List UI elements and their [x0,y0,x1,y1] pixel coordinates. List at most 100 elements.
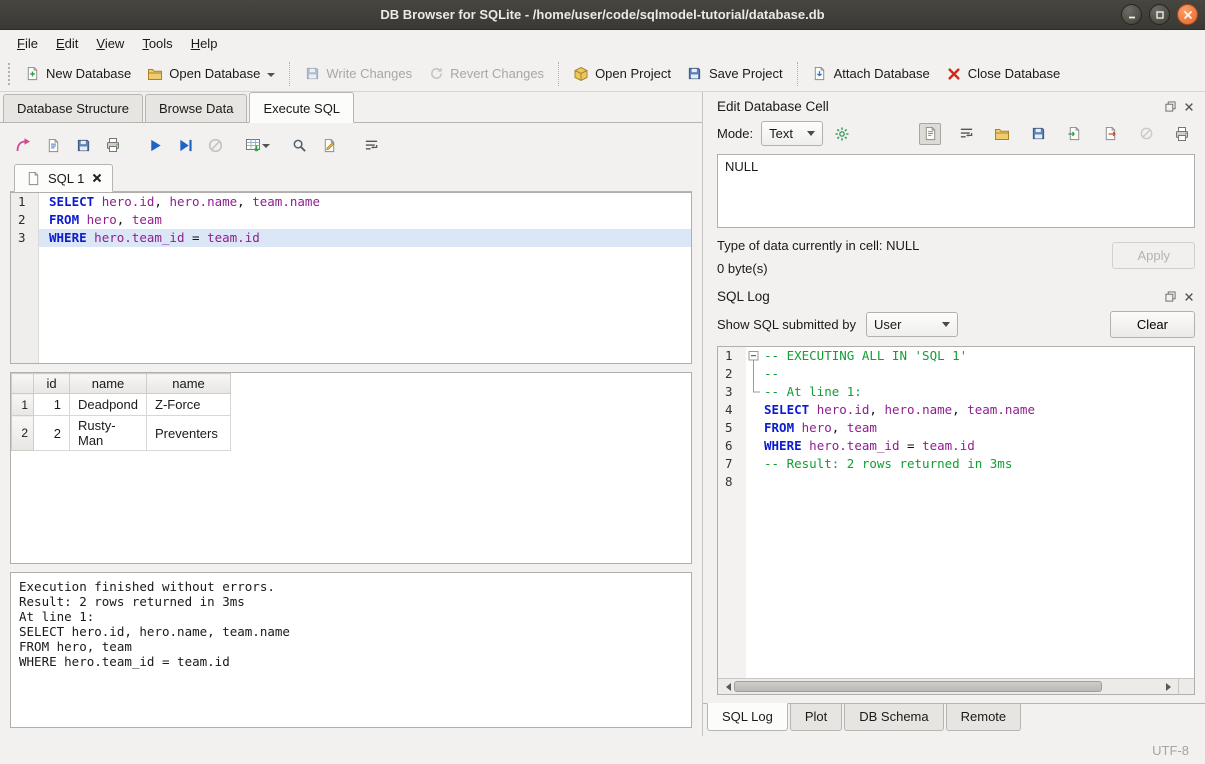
attach-database-icon [812,66,828,82]
maximize-button[interactable] [1149,4,1170,25]
encoding-status: UTF-8 [1152,743,1189,758]
text-document-button[interactable] [919,123,941,145]
sql-log-view[interactable]: 1-- EXECUTING ALL IN 'SQL 1'2--3-- At li… [717,346,1195,695]
row-header[interactable]: 1 [12,394,34,416]
column-header-id[interactable]: id [34,374,70,394]
fold-column [746,455,760,473]
bottom-tab-db-schema[interactable]: DB Schema [844,704,943,731]
app-window: DB Browser for SQLite - /home/user/code/… [0,0,1205,764]
menu-file[interactable]: File [8,32,47,55]
chevron-down-icon [942,322,950,331]
auto-complete-button[interactable] [316,133,342,157]
open-file-icon [994,126,1010,142]
table-cell[interactable]: Preventers [147,416,231,451]
minimize-button[interactable] [1121,4,1142,25]
apply-button[interactable]: Apply [1112,242,1195,269]
execute-current-line-button[interactable] [172,133,198,157]
sql-tab-close-icon[interactable] [91,173,102,184]
table-row[interactable]: 11DeadpondZ-Force [12,394,231,416]
open-sql-file-button[interactable] [40,133,66,157]
sql-tab[interactable]: SQL 1 [14,164,113,192]
execute-all-button[interactable] [142,133,168,157]
log-horizontal-scrollbar[interactable] [718,678,1194,694]
tab-execute-sql[interactable]: Execute SQL [249,92,354,123]
fold-end-icon [746,383,760,401]
menu-help[interactable]: Help [182,32,227,55]
close-panel-icon[interactable] [1182,100,1195,113]
close-database-button[interactable]: Close Database [938,61,1069,87]
write-changes-button[interactable]: Write Changes [296,61,420,87]
table-cell[interactable]: 2 [34,416,70,451]
new-database-button[interactable]: New Database [16,61,139,87]
row-header[interactable]: 2 [12,416,34,451]
open-project-button[interactable]: Open Project [565,61,679,87]
mode-label: Mode: [717,126,753,141]
results-corner-header [12,374,34,394]
open-file-button[interactable] [991,123,1013,145]
main-area: Database StructureBrowse DataExecute SQL… [0,92,1205,736]
close-panel-icon[interactable] [1182,290,1195,303]
log-line: 3-- At line 1: [718,383,1194,401]
export-button[interactable] [1099,123,1121,145]
menu-edit[interactable]: Edit [47,32,87,55]
sql-editor[interactable]: 1SELECT hero.id, hero.name, team.name2FR… [10,192,692,364]
set-null-button[interactable] [1135,123,1157,145]
float-panel-icon[interactable] [1164,100,1177,113]
dropdown-caret-icon[interactable] [267,73,275,81]
stop-icon [207,137,223,153]
save-file-button[interactable] [1027,123,1049,145]
import-button[interactable] [1063,123,1085,145]
dropdown-caret-icon[interactable] [262,144,270,152]
table-row[interactable]: 22Rusty-ManPreventers [12,416,231,451]
title-bar[interactable]: DB Browser for SQLite - /home/user/code/… [0,0,1205,30]
stop-button[interactable] [202,133,228,157]
open-database-icon [147,66,163,82]
scroll-right-icon[interactable] [1162,679,1178,694]
revert-changes-button[interactable]: Revert Changes [420,61,552,87]
table-cell[interactable]: Rusty-Man [70,416,147,451]
save-results-icon [245,137,261,153]
save-results-button[interactable] [244,133,270,157]
menu-tools[interactable]: Tools [133,32,181,55]
table-cell[interactable]: 1 [34,394,70,416]
bottom-tab-plot[interactable]: Plot [790,704,842,731]
print-button[interactable] [1171,123,1193,145]
table-cell[interactable]: Z-Force [147,394,231,416]
attach-database-button[interactable]: Attach Database [804,61,938,87]
log-filter-label: Show SQL submitted by [717,317,856,332]
cell-editor[interactable]: NULL [717,154,1195,228]
open-tab-button[interactable] [10,133,36,157]
close-button[interactable] [1177,4,1198,25]
auto-mode-button[interactable] [831,123,853,145]
editor-code: WHERE hero.team_id = team.id [39,229,691,247]
fold-mid-icon [746,365,760,383]
fold-start-icon[interactable] [746,347,760,365]
scrollbar-thumb[interactable] [734,681,1102,692]
clear-log-button[interactable]: Clear [1110,311,1195,338]
column-header-name[interactable]: name [70,374,147,394]
bottom-tab-sql-log[interactable]: SQL Log [707,703,788,731]
bottom-tab-remote[interactable]: Remote [946,704,1022,731]
save-sql-file-icon [75,137,91,153]
column-header-name[interactable]: name [147,374,231,394]
table-cell[interactable]: Deadpond [70,394,147,416]
results-grid[interactable]: idnamename11DeadpondZ-Force22Rusty-ManPr… [10,372,692,564]
sql-tab-bar: SQL 1 [10,163,692,192]
mode-select[interactable]: Text [761,121,823,146]
tab-database-structure[interactable]: Database Structure [3,94,143,122]
print-button[interactable] [100,133,126,157]
fold-column [746,473,760,491]
word-wrap-button[interactable] [955,123,977,145]
open-database-button[interactable]: Open Database [139,61,283,87]
log-filter-select[interactable]: User [866,312,958,337]
find-replace-button[interactable] [286,133,312,157]
tab-browse-data[interactable]: Browse Data [145,94,247,122]
menu-view[interactable]: View [87,32,133,55]
scroll-left-icon[interactable] [718,679,734,694]
word-wrap-button[interactable] [358,133,384,157]
minimize-icon [1124,7,1140,23]
float-panel-icon[interactable] [1164,290,1177,303]
save-project-button[interactable]: Save Project [679,61,791,87]
save-sql-file-button[interactable] [70,133,96,157]
scrollbar-track[interactable] [734,679,1162,694]
